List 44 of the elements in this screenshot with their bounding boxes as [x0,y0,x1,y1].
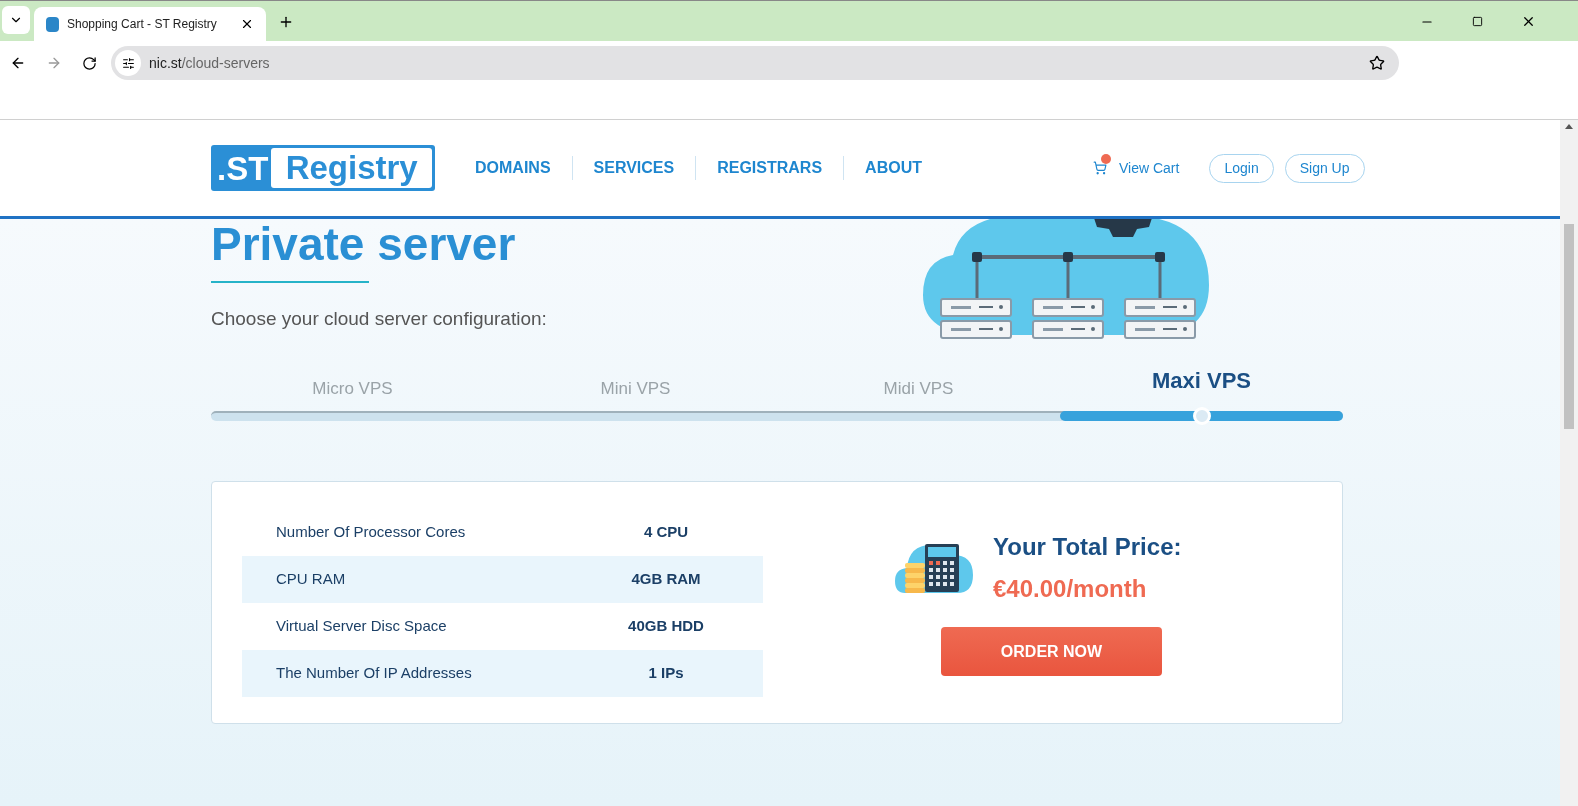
forward-icon[interactable] [46,55,62,71]
cart-badge-icon [1101,154,1111,164]
view-cart-link[interactable]: View Cart [1119,157,1180,179]
plan-tab[interactable]: Midi VPS [777,367,1060,407]
nav-link[interactable]: ABOUT [854,156,933,180]
spec-value: 40GB HDD [627,615,705,636]
order-button[interactable]: ORDER NOW [941,627,1162,676]
spec-label: Virtual Server Disc Space [276,615,448,636]
spec-label: The Number Of IP Addresses [276,662,473,683]
auth-button[interactable]: Sign Up [1284,153,1365,183]
back-icon[interactable] [10,55,26,71]
nav-link[interactable]: DOMAINS [464,156,562,180]
plan-tab[interactable]: Mini VPS [494,367,777,407]
spec-label: Number Of Processor Cores [276,521,467,542]
plan-tab[interactable]: Maxi VPS [1060,367,1343,407]
bookmark-star-icon[interactable] [1369,55,1385,71]
address-bar[interactable]: nic.st/cloud-servers [111,46,1399,80]
tab-title: Shopping Cart - ST Registry [67,16,218,33]
close-icon[interactable] [240,17,254,31]
spec-label: CPU RAM [276,568,347,589]
new-tab-icon[interactable] [278,14,294,30]
reload-icon[interactable] [82,55,97,71]
calculator-icon [895,541,975,595]
site-logo[interactable]: .ST Registry [211,145,435,191]
plan-tab[interactable]: Micro VPS [211,367,494,407]
spec-value: 1 IPs [647,662,685,683]
close-icon[interactable] [1521,14,1536,29]
browser-tab[interactable]: Shopping Cart - ST Registry [34,7,266,41]
site-settings-icon[interactable] [121,56,135,70]
auth-button[interactable]: Login [1209,153,1274,183]
slider-thumb[interactable] [1192,407,1211,425]
nav-link[interactable]: SERVICES [582,156,686,180]
page-heading: Private server [211,219,517,269]
nav-link[interactable]: REGISTRARS [706,156,834,180]
scrollbar[interactable] [1560,120,1578,806]
maximize-icon[interactable] [1472,16,1483,27]
cart-icon[interactable] [1093,161,1107,175]
spec-value: 4 CPU [642,521,690,542]
subtitle: Choose your cloud server configuration: [211,307,548,331]
site-favicon-icon [46,16,59,32]
url-text: nic.st/cloud-servers [149,53,270,73]
price-title: Your Total Price: [993,532,1182,562]
price-amount: €40.00/month [993,574,1148,604]
spec-value: 4GB RAM [630,568,702,589]
